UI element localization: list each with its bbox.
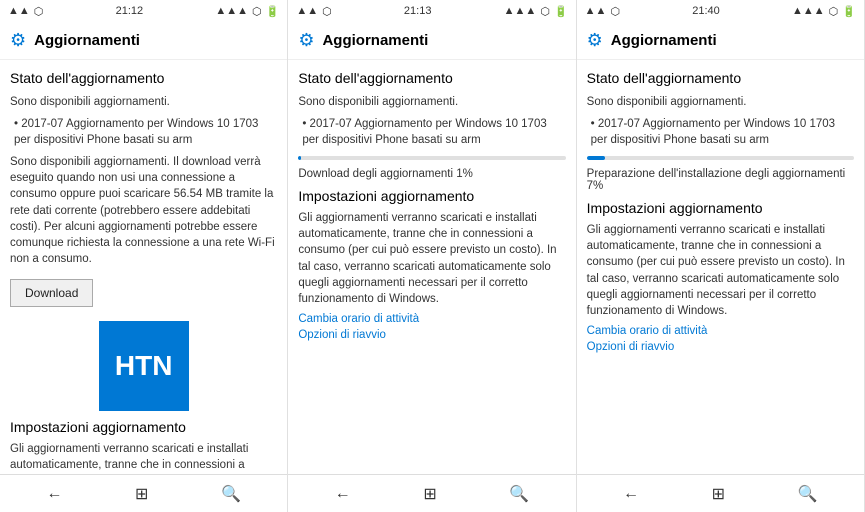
settings-title-2: Impostazioni aggiornamento <box>298 188 565 204</box>
header-title-3: Aggiornamenti <box>611 32 717 49</box>
settings-text-2: Gli aggiornamenti verranno scaricati e i… <box>298 210 565 307</box>
signal2-icon-3: ▲▲▲ <box>792 5 825 17</box>
status-right-1: ▲▲▲ ⬡ 🔋 <box>215 5 279 18</box>
body-text-1: Sono disponibili aggiornamenti. Il downl… <box>10 154 277 267</box>
header-1: ⚙ Aggiornamenti <box>0 22 287 60</box>
link-restart-2[interactable]: Opzioni di riavvio <box>298 329 565 341</box>
link-activity-2[interactable]: Cambia orario di attività <box>298 313 565 325</box>
panel-3: ▲▲ ⬡ 21:40 ▲▲▲ ⬡ 🔋 ⚙ Aggiornamenti Stato… <box>577 0 865 512</box>
header-title-2: Aggiornamenti <box>322 32 428 49</box>
battery-icon-2: 🔋 <box>554 5 568 18</box>
wifi2-icon-1: ⬡ <box>252 5 262 18</box>
progress-text-3: Preparazione dell'installazione degli ag… <box>587 168 854 192</box>
available-text-1: Sono disponibili aggiornamenti. <box>10 94 277 110</box>
time-2: 21:13 <box>404 5 432 17</box>
settings-title-1: Impostazioni aggiornamento <box>10 419 277 435</box>
time-3: 21:40 <box>692 5 720 17</box>
progress-fill-3 <box>587 156 606 160</box>
back-button-1[interactable]: ← <box>46 485 62 503</box>
progress-bar-3 <box>587 156 854 160</box>
gear-icon-2: ⚙ <box>298 30 314 51</box>
search-button-1[interactable]: 🔍 <box>221 484 241 504</box>
search-button-2[interactable]: 🔍 <box>509 484 529 504</box>
home-button-1[interactable]: ⊞ <box>135 484 148 504</box>
header-2: ⚙ Aggiornamenti <box>288 22 575 60</box>
header-title-1: Aggiornamenti <box>34 32 140 49</box>
progress-fill-2 <box>298 156 301 160</box>
status-bar-2: ▲▲ ⬡ 21:13 ▲▲▲ ⬡ 🔋 <box>288 0 575 22</box>
signal-icon-3: ▲▲ <box>585 5 607 17</box>
status-left-1: ▲▲ ⬡ <box>8 5 43 18</box>
back-button-3[interactable]: ← <box>623 485 639 503</box>
settings-title-3: Impostazioni aggiornamento <box>587 200 854 216</box>
status-left-3: ▲▲ ⬡ <box>585 5 620 18</box>
htn-logo: HTN <box>99 321 189 411</box>
status-right-2: ▲▲▲ ⬡ 🔋 <box>504 5 568 18</box>
panel-2: ▲▲ ⬡ 21:13 ▲▲▲ ⬡ 🔋 ⚙ Aggiornamenti Stato… <box>288 0 576 512</box>
available-text-2: Sono disponibili aggiornamenti. <box>298 94 565 110</box>
content-1: Stato dell'aggiornamento Sono disponibil… <box>0 60 287 474</box>
bottom-nav-1: ← ⊞ 🔍 <box>0 474 287 512</box>
progress-bar-2 <box>298 156 565 160</box>
header-3: ⚙ Aggiornamenti <box>577 22 864 60</box>
gear-icon-1: ⚙ <box>10 30 26 51</box>
content-2: Stato dell'aggiornamento Sono disponibil… <box>288 60 575 474</box>
time-1: 21:12 <box>116 5 144 17</box>
content-3: Stato dell'aggiornamento Sono disponibil… <box>577 60 864 474</box>
status-bar-1: ▲▲ ⬡ 21:12 ▲▲▲ ⬡ 🔋 <box>0 0 287 22</box>
section-title-2: Stato dell'aggiornamento <box>298 70 565 86</box>
wifi-icon-1: ⬡ <box>34 5 44 18</box>
gear-icon-3: ⚙ <box>587 30 603 51</box>
section-title-1: Stato dell'aggiornamento <box>10 70 277 86</box>
signal2-icon-2: ▲▲▲ <box>504 5 537 17</box>
bullet-item-3: • 2017-07 Aggiornamento per Windows 10 1… <box>587 116 854 148</box>
status-right-3: ▲▲▲ ⬡ 🔋 <box>792 5 856 18</box>
status-left-2: ▲▲ ⬡ <box>296 5 331 18</box>
link-activity-3[interactable]: Cambia orario di attività <box>587 325 854 337</box>
panel-1: ▲▲ ⬡ 21:12 ▲▲▲ ⬡ 🔋 ⚙ Aggiornamenti Stato… <box>0 0 288 512</box>
signal-icon-2: ▲▲ <box>296 5 318 17</box>
home-button-3[interactable]: ⊞ <box>712 484 725 504</box>
settings-text-1: Gli aggiornamenti verranno scaricati e i… <box>10 441 277 474</box>
signal2-icon-1: ▲▲▲ <box>215 5 248 17</box>
wifi-icon-3: ⬡ <box>610 5 620 18</box>
progress-text-2: Download degli aggiornamenti 1% <box>298 168 565 180</box>
link-restart-3[interactable]: Opzioni di riavvio <box>587 341 854 353</box>
status-bar-3: ▲▲ ⬡ 21:40 ▲▲▲ ⬡ 🔋 <box>577 0 864 22</box>
home-button-2[interactable]: ⊞ <box>423 484 436 504</box>
settings-text-3: Gli aggiornamenti verranno scaricati e i… <box>587 222 854 319</box>
download-button[interactable]: Download <box>10 279 93 307</box>
bullet-item-1: • 2017-07 Aggiornamento per Windows 10 1… <box>10 116 277 148</box>
bottom-nav-3: ← ⊞ 🔍 <box>577 474 864 512</box>
back-button-2[interactable]: ← <box>335 485 351 503</box>
wifi2-icon-2: ⬡ <box>540 5 550 18</box>
signal-icon-1: ▲▲ <box>8 5 30 17</box>
search-button-3[interactable]: 🔍 <box>798 484 818 504</box>
section-title-3: Stato dell'aggiornamento <box>587 70 854 86</box>
battery-icon-3: 🔋 <box>842 5 856 18</box>
bullet-item-2: • 2017-07 Aggiornamento per Windows 10 1… <box>298 116 565 148</box>
available-text-3: Sono disponibili aggiornamenti. <box>587 94 854 110</box>
bottom-nav-2: ← ⊞ 🔍 <box>288 474 575 512</box>
battery-icon-1: 🔋 <box>266 5 280 18</box>
wifi-icon-2: ⬡ <box>322 5 332 18</box>
wifi2-icon-3: ⬡ <box>829 5 839 18</box>
